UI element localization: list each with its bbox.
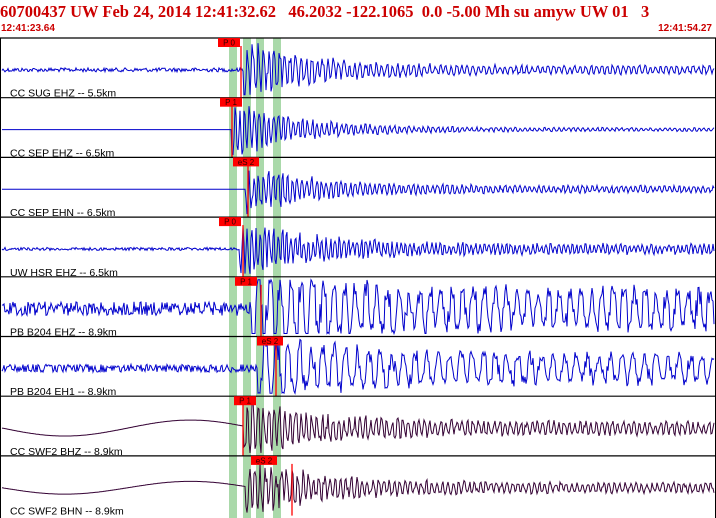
seismogram-viewer: 60700437 UW Feb 24, 2014 12:41:32.62 46.… bbox=[0, 0, 716, 518]
seismogram-plot: P 0CC SUG EHZ -- 5.5kmP 1CC SEP EHZ -- 6… bbox=[0, 37, 716, 518]
pick-label: P 1 bbox=[225, 98, 237, 107]
waveform-trace bbox=[1, 278, 715, 336]
trace-panel-1: P 1CC SEP EHZ -- 6.5km bbox=[0, 97, 716, 159]
trace-panel-3: P 0UW HSR EHZ -- 6.5km bbox=[0, 216, 716, 279]
pick-label: eS 2 bbox=[256, 456, 273, 465]
pick-label: eS 2 bbox=[238, 158, 255, 167]
trace-panel-6: P 1CC SWF2 BHZ -- 8.9km bbox=[0, 395, 716, 458]
phase-window-3 bbox=[273, 38, 281, 518]
trace-panel-0: P 0CC SUG EHZ -- 5.5km bbox=[0, 37, 716, 100]
pick-label: P 0 bbox=[224, 218, 236, 227]
trace-panel-7: eS 2 CC SWF2 BHN -- 8.9km bbox=[0, 455, 716, 518]
pick-label: P 1 bbox=[240, 277, 252, 286]
trace-panel-5: eS 2PB B204 EH1 -- 8.9km bbox=[0, 335, 716, 398]
pick-label: P 0 bbox=[223, 39, 235, 48]
waveform-trace bbox=[1, 338, 715, 395]
trace-panel-2: eS 2CC SEP EHN -- 6.5km bbox=[0, 156, 716, 219]
pick-label: P 1 bbox=[239, 397, 251, 406]
pick-label: eS 2 bbox=[262, 337, 279, 346]
station-label: CC SWF2 BHN -- 8.9km bbox=[10, 506, 124, 518]
trace-panel-4: P 1PB B204 EHZ -- 8.9km bbox=[0, 276, 716, 339]
